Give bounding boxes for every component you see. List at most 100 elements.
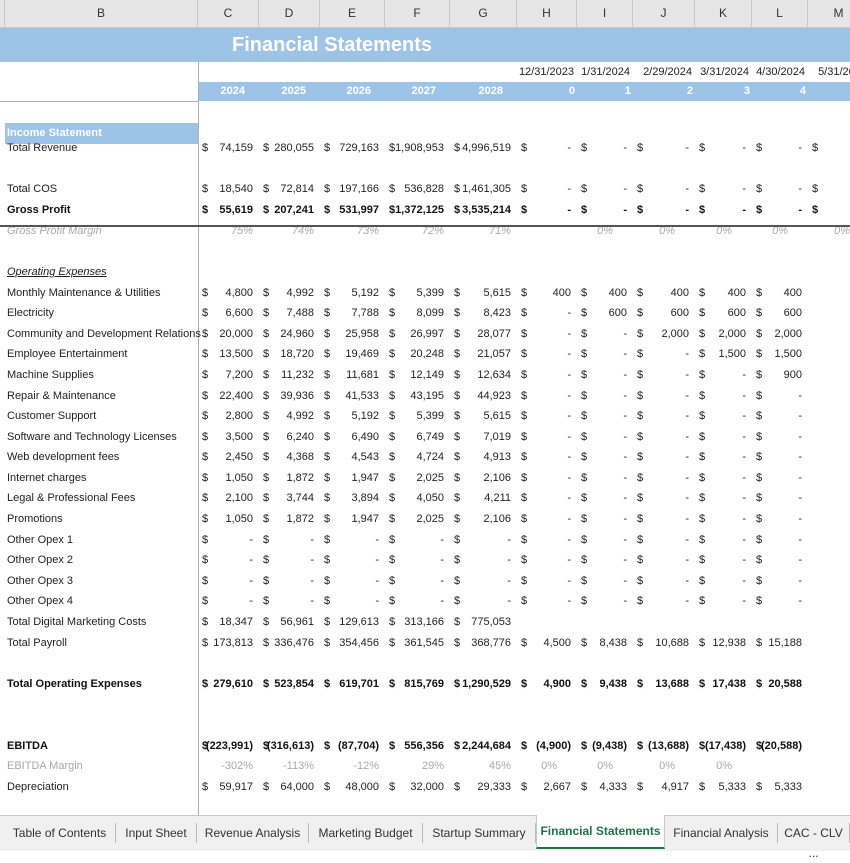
value-cell[interactable]: $2,450 [198,447,259,467]
value-cell[interactable]: $- [752,509,808,529]
value-cell[interactable]: $- [577,386,633,406]
value-cell[interactable]: $5,192 [320,283,385,303]
value-cell[interactable]: $43,195 [385,386,450,406]
value-cell[interactable]: $- [577,550,633,570]
value-cell[interactable]: $4,368 [259,447,320,467]
value-cell[interactable]: $4,500 [517,633,577,653]
value-cell[interactable]: $- [517,447,577,467]
value-cell[interactable]: $- [633,571,695,591]
value-cell[interactable]: $- [517,530,577,550]
value-cell[interactable]: $18,540 [198,179,259,199]
value-cell[interactable]: $59,917 [198,777,259,797]
table-row[interactable]: Machine Supplies $7,200 $11,232 $11,681 $12,… [0,365,850,385]
table-row[interactable]: EBITDA $ (223,991) $ (316,613) $ (87,704) $556,… [0,736,850,756]
value-cell[interactable]: $4,917 [633,777,695,797]
sheet-tab-cac-clv[interactable]: CAC - CLV ... [778,823,850,860]
value-cell[interactable]: $400 [517,283,577,303]
value-cell[interactable]: $2,100 [198,488,259,508]
value-cell[interactable]: $15,188 [752,633,808,653]
value-cell[interactable]: $- [752,468,808,488]
value-cell[interactable]: $5,333 [752,777,808,797]
value-cell[interactable]: $600 [752,303,808,323]
value-cell[interactable]: -302% [198,756,259,776]
value-cell[interactable]: 0% [577,756,633,776]
value-cell[interactable]: $1,050 [198,468,259,488]
value-cell[interactable]: $- [259,530,320,550]
value-cell[interactable]: $- [633,509,695,529]
value-cell[interactable]: $- [577,324,633,344]
value-cell[interactable]: $3,894 [320,488,385,508]
value-cell[interactable]: $- [752,406,808,426]
value-cell[interactable]: $55,619 [198,200,259,220]
value-cell[interactable]: 0% [695,221,752,241]
table-row[interactable]: Depreciation $59,917 $64,000 $48,000 $32,000… [0,777,850,797]
value-cell[interactable]: $3,500 [198,427,259,447]
value-cell[interactable]: $- [517,365,577,385]
value-cell[interactable]: $- [695,179,752,199]
value-cell[interactable]: $- [577,468,633,488]
value-cell[interactable]: $24,960 [259,324,320,344]
value-cell[interactable]: $3,744 [259,488,320,508]
value-cell[interactable]: $6,490 [320,427,385,447]
value-cell[interactable]: $18,347 [198,612,259,632]
value-cell[interactable]: $313,166 [385,612,450,632]
value-cell[interactable]: $- [577,488,633,508]
value-cell[interactable]: $1,500 [752,344,808,364]
value-cell[interactable]: $6,600 [198,303,259,323]
value-cell[interactable]: $- [577,344,633,364]
value-cell[interactable]: $2,000 [633,324,695,344]
value-cell[interactable]: $11,681 [320,365,385,385]
sheet-tab-revenue-analysis[interactable]: Revenue Analysis [197,823,309,843]
value-cell[interactable]: $25,958 [320,324,385,344]
value-cell[interactable]: $- [577,530,633,550]
table-row[interactable]: Total Digital Marketing Costs $18,347 $56,… [0,612,850,632]
column-header-e[interactable]: E [320,0,385,27]
value-cell[interactable]: $1,947 [320,468,385,488]
value-cell[interactable]: $- [577,447,633,467]
value-cell[interactable]: $- [633,591,695,611]
value-cell[interactable]: $- [320,550,385,570]
value-cell[interactable]: $- [633,427,695,447]
value-cell[interactable]: $2,800 [198,406,259,426]
value-cell[interactable]: $619,701 [320,674,385,694]
value-cell[interactable]: $- [517,406,577,426]
value-cell[interactable]: $- [517,468,577,488]
value-cell[interactable]: $- [752,571,808,591]
value-cell[interactable]: $18,720 [259,344,320,364]
value-cell[interactable]: $600 [695,303,752,323]
value-cell[interactable]: $- [577,571,633,591]
value-cell[interactable]: $- [198,530,259,550]
value-cell[interactable]: $4,900 [517,674,577,694]
table-row[interactable]: Total COS $18,540 $72,814 $197,166 $536,828 $… [0,179,850,199]
value-cell[interactable]: $ (316,613) [259,736,320,756]
value-cell[interactable]: $39,936 [259,386,320,406]
value-cell[interactable]: $400 [695,283,752,303]
value-cell[interactable]: $- [577,200,633,220]
value-cell[interactable]: $1,290,529 [450,674,517,694]
column-header-m[interactable]: M [808,0,850,27]
value-cell[interactable]: $11,232 [259,365,320,385]
table-row[interactable]: Total Operating Expenses $279,610 $523,854… [0,674,850,694]
value-cell[interactable]: $- [752,530,808,550]
value-cell[interactable]: $ (223,991) [198,736,259,756]
table-row[interactable]: Internet charges $1,050 $1,872 $1,947 $2,025… [0,468,850,488]
table-row[interactable]: Operating Expenses [0,262,850,282]
value-cell[interactable]: $729,163 [320,138,385,158]
value-cell[interactable]: $13,688 [633,674,695,694]
value-cell[interactable]: 72% [385,221,450,241]
value-cell[interactable]: $- [695,550,752,570]
value-cell[interactable]: $1,872 [259,509,320,529]
value-cell[interactable]: $- [517,550,577,570]
value-cell[interactable]: $13,500 [198,344,259,364]
value-cell[interactable]: $- [577,406,633,426]
value-cell[interactable]: $900 [752,365,808,385]
value-cell[interactable]: $- [695,138,752,158]
value-cell[interactable]: $1,050 [198,509,259,529]
column-header-h[interactable]: H [517,0,577,27]
table-row[interactable]: Gross Profit Margin 75% 74% 73% 72% 71% 0% 0% 0%… [0,221,850,241]
table-row[interactable]: Repair & Maintenance $22,400 $39,936 $41,53… [0,386,850,406]
value-cell[interactable]: $8,438 [577,633,633,653]
value-cell[interactable]: $354,456 [320,633,385,653]
value-cell[interactable]: $12,634 [450,365,517,385]
value-cell[interactable]: $531,997 [320,200,385,220]
